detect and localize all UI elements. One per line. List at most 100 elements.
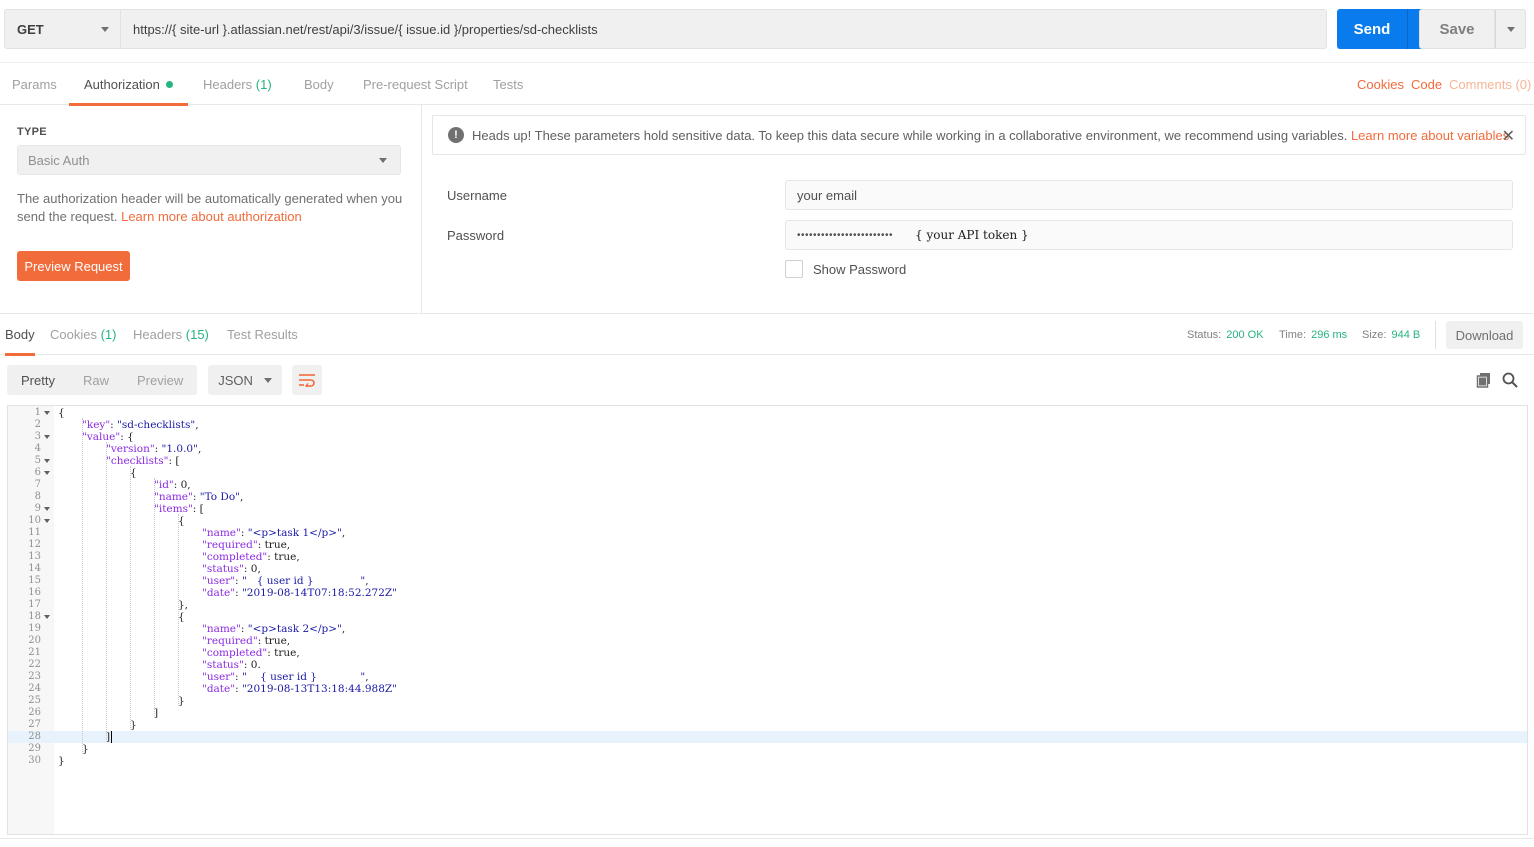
chevron-down-icon (264, 377, 273, 383)
username-input[interactable]: your email (785, 180, 1513, 210)
tab-response-cookies-count: (1) (100, 327, 117, 342)
sensitive-data-banner: ! Heads up! These parameters hold sensit… (432, 115, 1526, 155)
indent-guide (178, 514, 179, 706)
tab-test-results[interactable]: Test Results (227, 314, 298, 355)
password-input[interactable]: •••••••••••••••••••••••• { your API toke… (785, 220, 1513, 250)
code-line: 18{ (28, 611, 185, 623)
tab-headers-count: (1) (255, 76, 272, 92)
size-label: Size: (1362, 328, 1387, 341)
code-link[interactable]: Code (1411, 63, 1442, 105)
tab-params-label: Params (12, 76, 57, 92)
tab-headers-label: Headers (203, 76, 253, 92)
pretty-button[interactable]: Pretty (7, 365, 69, 395)
auth-description: The authorization header will be automat… (17, 190, 407, 226)
show-password-checkbox[interactable] (785, 260, 803, 278)
tab-prerequest-script[interactable]: Pre-request Script (363, 63, 468, 105)
tab-response-headers[interactable]: Headers (15) (133, 314, 209, 355)
request-tabs: Params Authorization Headers (1) Body Pr… (0, 62, 1534, 106)
tab-tests-label: Tests (493, 76, 524, 92)
response-body-editor[interactable]: 1{ 2 "key": "sd-checklists", 3 "value": { … (7, 405, 1528, 835)
learn-more-variables-link[interactable]: Learn more about variables (1351, 128, 1509, 143)
format-select[interactable]: JSON (208, 365, 283, 395)
tab-test-results-label: Test Results (227, 327, 298, 342)
tab-authorization-label: Authorization (84, 76, 160, 92)
code-line: 5 "checklists": [ (34, 455, 180, 467)
code-line: 19 "name": "<p>task 2</p>", (28, 623, 346, 635)
tab-response-body[interactable]: Body (5, 314, 35, 356)
code-line: 10{ (28, 515, 185, 527)
method-select[interactable]: GET (4, 9, 121, 49)
view-mode-group: Pretty Raw Preview (7, 365, 198, 395)
tab-headers[interactable]: Headers (1) (203, 63, 272, 105)
copy-icon[interactable] (1476, 372, 1492, 388)
code-line: 16 "date": "2019-08-14T07:18:52.272Z" (28, 587, 398, 599)
chevron-down-icon (101, 26, 109, 32)
chevron-down-icon (1506, 26, 1515, 32)
indent-guide (106, 442, 107, 742)
response-tabs: Body Cookies (1) Headers (15) Test Resul… (0, 313, 1534, 356)
chevron-down-icon (379, 157, 387, 163)
code-line: 13 "completed": true, (28, 551, 300, 563)
time-value: 296 ms (1311, 328, 1348, 341)
save-button[interactable]: Save (1419, 9, 1495, 49)
show-password-label[interactable]: Show Password (813, 262, 906, 277)
code-line: 12 "required": true, (28, 539, 291, 551)
download-button[interactable]: Download (1446, 321, 1523, 349)
tab-response-headers-count: (15) (185, 327, 209, 342)
code-line: 17}, (28, 599, 189, 611)
code-line: 22 "status": 0. (28, 659, 261, 671)
wrap-lines-button[interactable] (292, 365, 323, 395)
code-line: 14 "status": 0, (28, 563, 261, 575)
tab-authorization[interactable]: Authorization (69, 63, 188, 106)
wrap-lines-icon (299, 374, 316, 387)
text-cursor (111, 731, 113, 743)
tab-response-cookies-label: Cookies (50, 327, 97, 342)
search-icon[interactable] (1502, 372, 1518, 388)
code-line-current: 28] (8, 731, 1527, 743)
code-lines: 1{ 2 "key": "sd-checklists", 3 "value": { … (8, 407, 1527, 767)
divider (0, 838, 1534, 839)
raw-button[interactable]: Raw (69, 365, 123, 395)
learn-more-authorization-link[interactable]: Learn more about authorization (121, 209, 302, 224)
code-line: 27} (28, 719, 137, 731)
format-toolbar: Pretty Raw Preview JSON (7, 365, 323, 395)
code-line: 25} (28, 695, 185, 707)
tab-params[interactable]: Params (12, 63, 57, 105)
code-line: 3 "value": { (34, 431, 134, 443)
status-value: 200 OK (1226, 328, 1264, 341)
password-dots: •••••••••••••••••••••••• (797, 229, 894, 241)
indent-guide (82, 418, 83, 754)
exclamation-circle-icon: ! (448, 127, 464, 143)
comments-link[interactable]: Comments (0) (1449, 63, 1531, 105)
save-dropdown-button[interactable] (1495, 9, 1526, 49)
password-label: Password (447, 228, 505, 243)
code-line: 15 "user": " { user id } ", (28, 575, 369, 587)
time-label: Time: (1279, 328, 1307, 341)
size-value: 944 B (1391, 328, 1421, 341)
code-line: 8 "name": "To Do", (34, 491, 244, 503)
banner-text: Heads up! These parameters hold sensitiv… (472, 127, 1348, 143)
code-line: 11 "name": "<p>task 1</p>", (28, 527, 346, 539)
tab-tests[interactable]: Tests (493, 63, 523, 105)
code-line: 26] (28, 707, 159, 719)
method-value: GET (17, 21, 44, 37)
size-meta: Size: 944 B (1362, 314, 1420, 355)
tab-body[interactable]: Body (304, 63, 334, 105)
code-line: 29} (28, 743, 89, 755)
code-line: 24 "date": "2019-08-13T13:18:44.988Z" (28, 683, 398, 695)
code-line: 2 "key": "sd-checklists", (34, 419, 199, 431)
status-meta: Status: 200 OK (1187, 314, 1264, 355)
preview-button[interactable]: Preview (123, 365, 197, 395)
request-bar: GET https://{ site-url }.atlassian.net/r… (4, 9, 1327, 49)
time-meta: Time: 296 ms (1279, 314, 1347, 355)
status-label: Status: (1187, 328, 1222, 341)
tab-response-cookies[interactable]: Cookies (1) (50, 314, 116, 355)
cookies-link[interactable]: Cookies (1357, 63, 1404, 105)
auth-type-value: Basic Auth (28, 152, 90, 168)
send-button[interactable]: Send (1337, 9, 1407, 49)
auth-type-select[interactable]: Basic Auth (17, 145, 401, 175)
preview-request-button[interactable]: Preview Request (17, 251, 130, 281)
url-input[interactable]: https://{ site-url }.atlassian.net/rest/… (121, 9, 1327, 49)
password-annotation: { your API token } (915, 228, 1029, 242)
close-icon[interactable]: ✕ (1502, 126, 1515, 146)
